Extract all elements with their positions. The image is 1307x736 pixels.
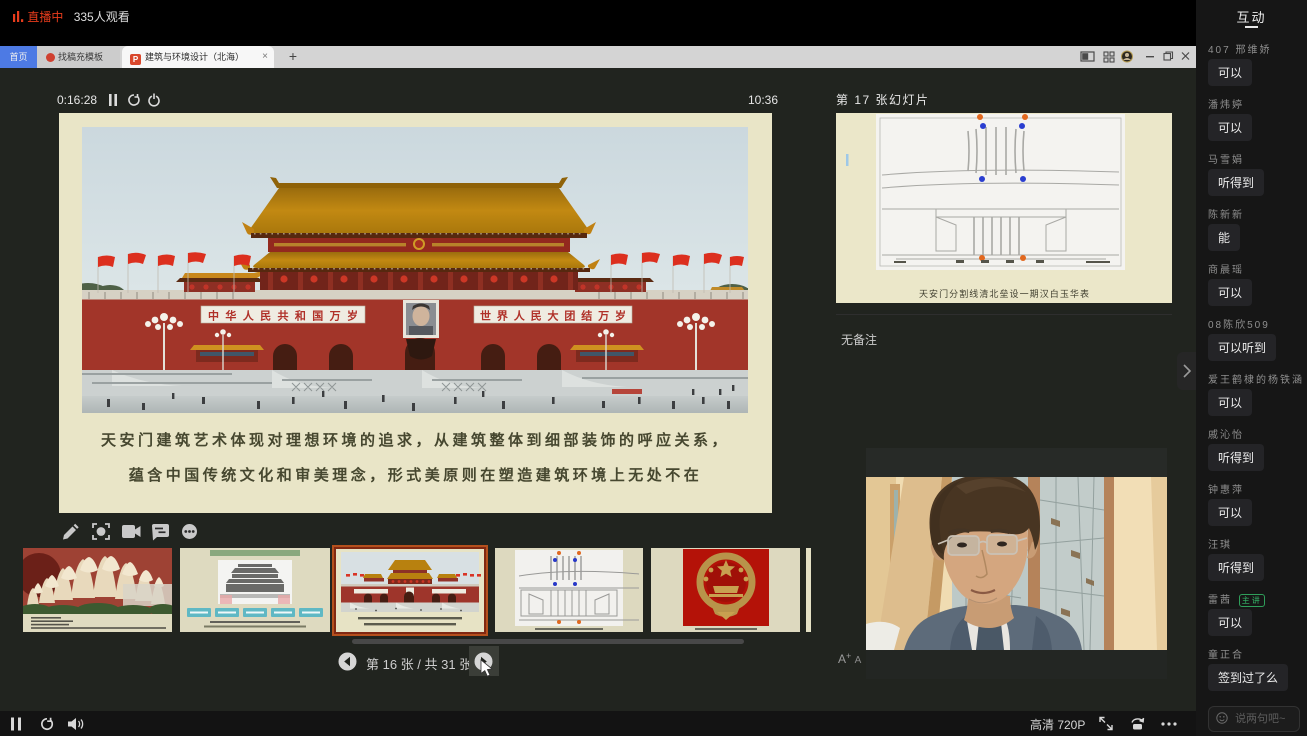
svg-text:中华人民共和国万岁: 中华人民共和国万岁: [208, 309, 358, 323]
svg-text:世界人民大团结万岁: 世界人民大团结万岁: [480, 309, 626, 323]
svg-text:天安门分割线清北垒设一期汉白玉华表: 天安门分割线清北垒设一期汉白玉华表: [919, 288, 1089, 299]
